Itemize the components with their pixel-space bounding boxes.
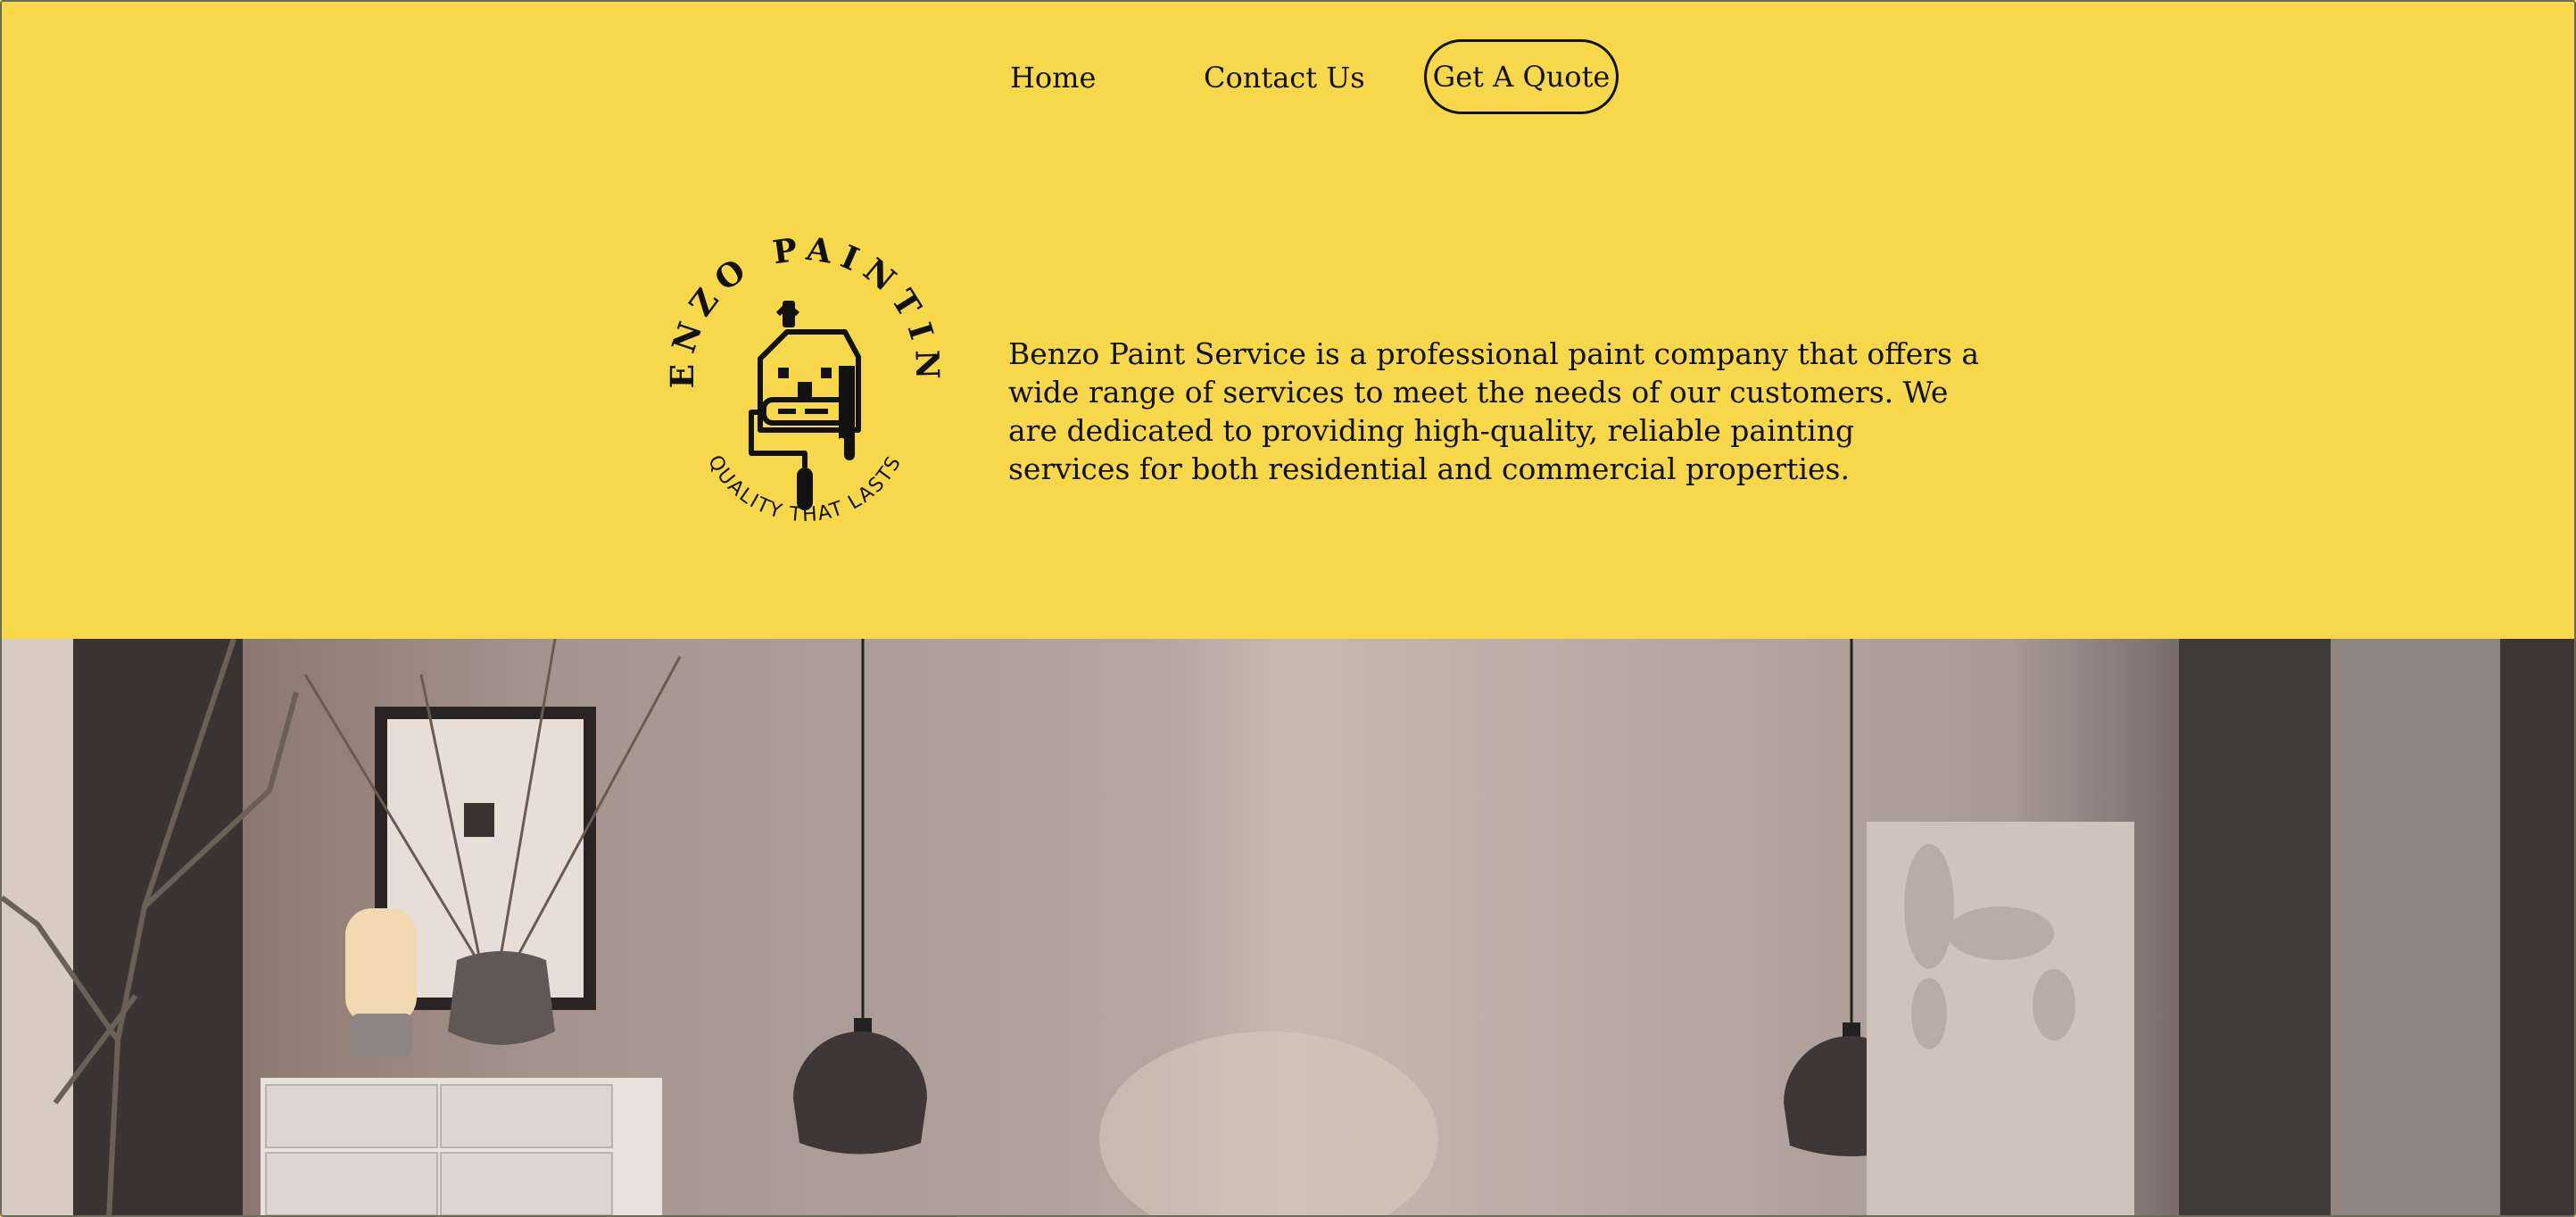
interior-room-photo-icon [2, 639, 2574, 1215]
vase [448, 951, 555, 1045]
lamp-base [352, 1014, 412, 1056]
benzo-painting-logo: BENZO PAINTING QUALITY THAT LASTS [626, 195, 965, 546]
browser-frame: Home Contact Us Get A Quote BENZO PAINTI… [0, 0, 2576, 1217]
picture-motif [464, 803, 494, 837]
pendant-lamp-left [793, 1031, 927, 1155]
company-intro-text: Benzo Paint Service is a professional pa… [1008, 336, 1980, 486]
right-curtain [2179, 639, 2331, 1215]
site-header: Home Contact Us Get A Quote BENZO PAINTI… [2, 2, 2574, 639]
hero-image [2, 639, 2574, 1215]
left-curtain [73, 639, 243, 1215]
table-lamp [345, 908, 417, 1024]
get-quote-button[interactable]: Get A Quote [1424, 39, 1619, 114]
logo-graphic: BENZO PAINTING QUALITY THAT LASTS [626, 195, 938, 526]
nav-contact-link[interactable]: Contact Us [1204, 61, 1365, 95]
house-roller-icon [749, 301, 861, 510]
light-glow [1099, 1031, 1438, 1215]
nav-home-link[interactable]: Home [1010, 61, 1096, 95]
